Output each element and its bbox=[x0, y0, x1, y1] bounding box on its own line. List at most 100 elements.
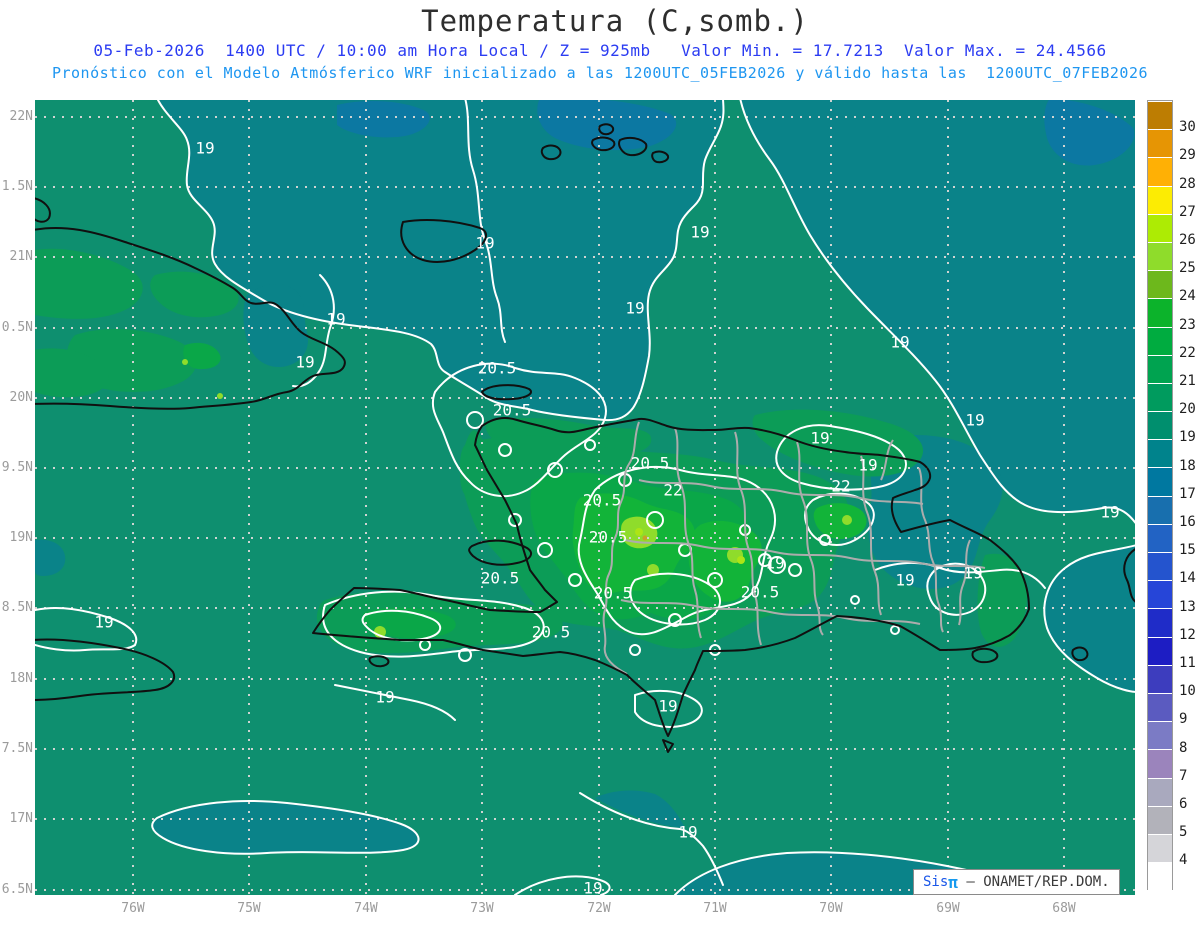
colorbar-segment bbox=[1148, 664, 1172, 693]
contour-value-label: 19 bbox=[965, 410, 985, 430]
colorbar-segment bbox=[1148, 552, 1172, 581]
page-title: Temperatura (C,somb.) bbox=[421, 4, 809, 38]
colorbar-tick-label: 15 bbox=[1179, 542, 1196, 559]
colorbar-tick-label: 21 bbox=[1179, 373, 1196, 389]
contour-value-label: 19 bbox=[810, 428, 830, 448]
colorbar-tick-label: 24 bbox=[1179, 288, 1196, 305]
lon-tick-label: 69W bbox=[936, 901, 960, 916]
colorbar-segment bbox=[1148, 467, 1172, 496]
lat-tick-label: 22N bbox=[9, 109, 33, 124]
model-info-line: Pronóstico con el Modelo Atmósferico WRF… bbox=[51, 64, 1149, 82]
lat-tick-label: 7.5N bbox=[1, 741, 33, 756]
lat-tick-label: 20N bbox=[9, 390, 33, 405]
lat-tick-label: 21N bbox=[9, 249, 33, 264]
lon-tick-label: 68W bbox=[1052, 901, 1076, 916]
contour-value-label: 19 bbox=[765, 553, 785, 573]
lat-tick-label: 6.5N bbox=[1, 882, 33, 897]
colorbar-tick-label: 23 bbox=[1179, 316, 1196, 333]
lon-tick-label: 75W bbox=[237, 901, 261, 916]
contour-value-label: 19 bbox=[858, 455, 878, 475]
lat-tick-label: 19N bbox=[9, 530, 33, 545]
colorbar-segment bbox=[1148, 805, 1172, 834]
contour-value-label: 22 bbox=[831, 476, 851, 496]
contour-value-label: 20.5 bbox=[740, 582, 780, 602]
colorbar-tick-label: 25 bbox=[1179, 260, 1196, 277]
colorbar-tick-label: 8 bbox=[1179, 739, 1188, 756]
colorbar-segment bbox=[1148, 270, 1172, 299]
contour-value-label: 19 bbox=[890, 332, 910, 352]
colorbar-tick-label: 19 bbox=[1179, 429, 1196, 446]
colorbar-tick-label: 18 bbox=[1179, 457, 1196, 474]
colorbar-segment bbox=[1148, 862, 1172, 891]
contour-value-label: 19 bbox=[963, 563, 983, 583]
contour-value-label: 19 bbox=[625, 298, 645, 318]
colorbar-segment bbox=[1148, 749, 1172, 778]
contour-value-label: 19 bbox=[678, 822, 698, 842]
lon-tick-label: 72W bbox=[587, 901, 611, 916]
contour-value-label: 19 bbox=[658, 696, 678, 716]
pi-icon: π bbox=[948, 872, 958, 892]
colorbar-tick-label: 27 bbox=[1179, 203, 1196, 220]
contour-value-label: 19 bbox=[195, 138, 215, 158]
contour-value-label: 20.5 bbox=[531, 622, 571, 642]
colorbar-tick-label: 10 bbox=[1179, 683, 1196, 700]
contour-value-label: 20.5 bbox=[480, 568, 520, 588]
colorbar-segment bbox=[1148, 298, 1172, 327]
lat-tick-label: 1.5N bbox=[1, 179, 33, 194]
contour-value-label: 19 bbox=[895, 570, 915, 590]
contour-value-label: 19 bbox=[475, 233, 495, 253]
lon-tick-label: 76W bbox=[121, 901, 145, 916]
colorbar-segment bbox=[1148, 101, 1172, 130]
credit-box: Sis π – ONAMET/REP.DOM. bbox=[913, 869, 1120, 895]
contour-value-label: 19 bbox=[583, 878, 603, 898]
colorbar-segment bbox=[1148, 608, 1172, 637]
lon-tick-label: 71W bbox=[703, 901, 727, 916]
colorbar-segment bbox=[1148, 354, 1172, 383]
colorbar-tick-label: 5 bbox=[1179, 824, 1188, 841]
colorbar-tick-label: 16 bbox=[1179, 514, 1196, 530]
contour-value-label: 19 bbox=[1100, 502, 1120, 522]
contour-value-label: 20.5 bbox=[588, 527, 628, 547]
colorbar-tick-label: 20 bbox=[1179, 401, 1196, 418]
colorbar-segment bbox=[1148, 495, 1172, 524]
credit-org: – ONAMET/REP.DOM. bbox=[957, 874, 1110, 890]
colorbar-segment bbox=[1148, 213, 1172, 242]
contour-value-label: 20.5 bbox=[593, 583, 633, 603]
contour-value-label: 22 bbox=[663, 480, 683, 500]
colorbar-segment bbox=[1148, 241, 1172, 271]
weather-map-page: Temperatura (C,somb.) 05-Feb-2026 1400 U… bbox=[0, 0, 1200, 927]
colorbar-segment bbox=[1148, 129, 1172, 158]
colorbar bbox=[1147, 100, 1173, 891]
colorbar-segment bbox=[1148, 439, 1172, 468]
colorbar-tick-label: 17 bbox=[1179, 485, 1196, 502]
contour-value-label: 19 bbox=[94, 612, 114, 632]
colorbar-tick-label: 22 bbox=[1179, 344, 1196, 361]
colorbar-segment bbox=[1148, 523, 1172, 552]
contour-value-label: 20.5 bbox=[630, 453, 670, 473]
lat-tick-label: 17N bbox=[9, 811, 33, 826]
colorbar-segment bbox=[1148, 580, 1172, 609]
colorbar-segment bbox=[1148, 636, 1172, 665]
contour-value-label: 20.5 bbox=[477, 358, 517, 378]
colorbar-segment bbox=[1148, 157, 1172, 186]
colorbar-tick-label: 30 bbox=[1179, 119, 1196, 136]
contour-value-label: 19 bbox=[375, 687, 395, 707]
contour-value-label: 19 bbox=[326, 309, 346, 329]
contour-value-label: 20.5 bbox=[492, 400, 532, 420]
colorbar-segment bbox=[1148, 721, 1172, 750]
lon-tick-label: 70W bbox=[819, 901, 843, 916]
colorbar-tick-label: 29 bbox=[1179, 147, 1196, 164]
valid-time-line: 05-Feb-2026 1400 UTC / 10:00 am Hora Loc… bbox=[93, 41, 1107, 60]
colorbar-tick-label: 14 bbox=[1179, 570, 1196, 587]
colorbar-segment bbox=[1148, 185, 1172, 214]
colorbar-segment bbox=[1148, 777, 1172, 806]
lon-tick-label: 74W bbox=[354, 901, 378, 916]
credit-app-name: Sis bbox=[923, 874, 949, 890]
colorbar-tick-label: 11 bbox=[1179, 655, 1196, 671]
contour-value-label: 19 bbox=[295, 352, 315, 372]
colorbar-segment bbox=[1148, 833, 1172, 863]
colorbar-tick-label: 12 bbox=[1179, 626, 1196, 643]
lat-tick-label: 9.5N bbox=[1, 460, 33, 475]
colorbar-segment bbox=[1148, 411, 1172, 440]
lon-tick-label: 73W bbox=[470, 901, 494, 916]
